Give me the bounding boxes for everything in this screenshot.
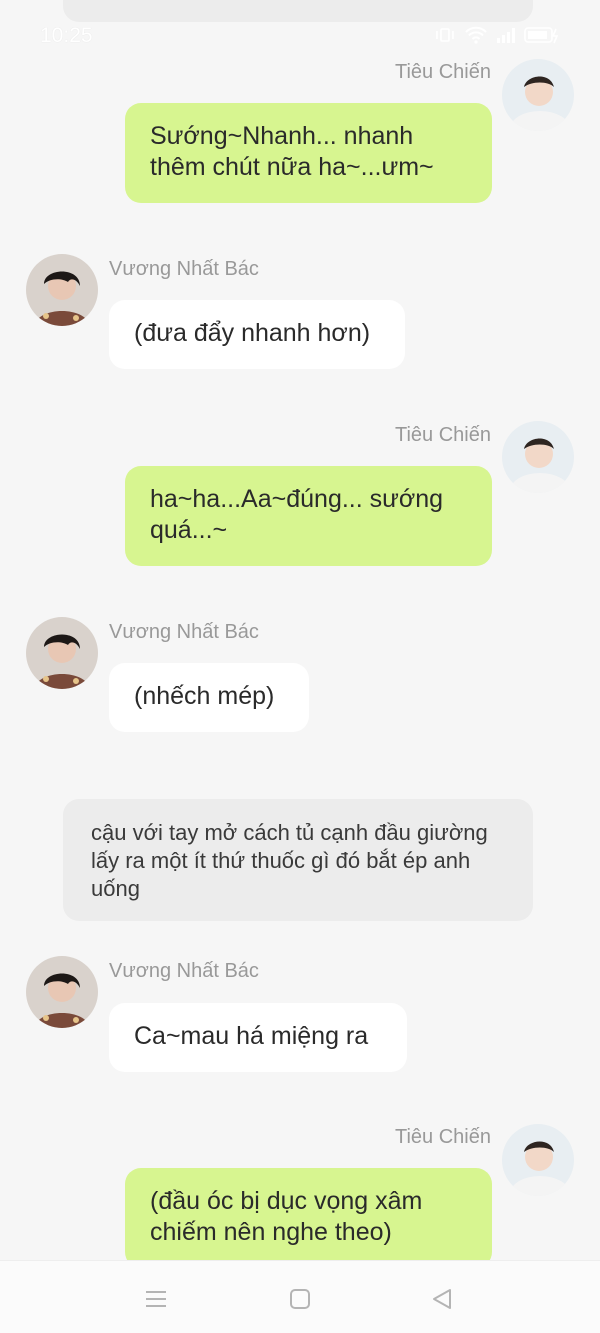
home-icon xyxy=(290,1289,310,1309)
sender-name: Vương Nhất Bác xyxy=(109,258,259,280)
vibrate-icon xyxy=(436,28,454,42)
back-button[interactable] xyxy=(428,1285,456,1313)
avatar-vuong-nhat-bac[interactable] xyxy=(26,956,98,1028)
signal-icon xyxy=(497,28,515,43)
home-button[interactable] xyxy=(286,1285,314,1313)
sender-name: Vương Nhất Bác xyxy=(109,621,259,643)
back-icon xyxy=(433,1289,451,1309)
sender-name: Tiêu Chiến xyxy=(395,1126,491,1148)
message-bubble[interactable]: ha~ha...Aa~đúng... sướng quá...~ xyxy=(125,466,492,566)
sender-name: Vương Nhất Bác xyxy=(109,960,259,982)
message-bubble[interactable]: (đưa đẩy nhanh hơn) xyxy=(109,300,405,369)
avatar-vuong-nhat-bac[interactable] xyxy=(26,254,98,326)
message-bubble[interactable]: Ca~mau há miệng ra xyxy=(109,1003,407,1072)
status-bar: 10:25 xyxy=(0,22,600,52)
battery-icon xyxy=(524,27,559,44)
menu-button[interactable] xyxy=(142,1285,170,1313)
avatar-tieu-chien[interactable] xyxy=(502,1124,574,1196)
wifi-icon xyxy=(465,26,487,44)
sender-name: Tiêu Chiến xyxy=(395,61,491,83)
avatar-vuong-nhat-bac[interactable] xyxy=(26,617,98,689)
sender-name: Tiêu Chiến xyxy=(395,424,491,446)
narration-box: cậu với tay mở cách tủ cạnh đầu giường l… xyxy=(63,799,533,921)
status-time: 10:25 xyxy=(40,24,93,47)
navigation-bar xyxy=(0,1260,600,1333)
message-bubble[interactable]: (đầu óc bị dục vọng xâm chiếm nên nghe t… xyxy=(125,1168,492,1268)
avatar-tieu-chien[interactable] xyxy=(502,59,574,131)
message-bubble[interactable]: (nhếch mép) xyxy=(109,663,309,732)
narration-box-cutoff xyxy=(63,0,533,22)
menu-icon xyxy=(146,1291,166,1307)
message-bubble[interactable]: Sướng~Nhanh... nhanh thêm chút nữa ha~..… xyxy=(125,103,492,203)
avatar-tieu-chien[interactable] xyxy=(502,421,574,493)
